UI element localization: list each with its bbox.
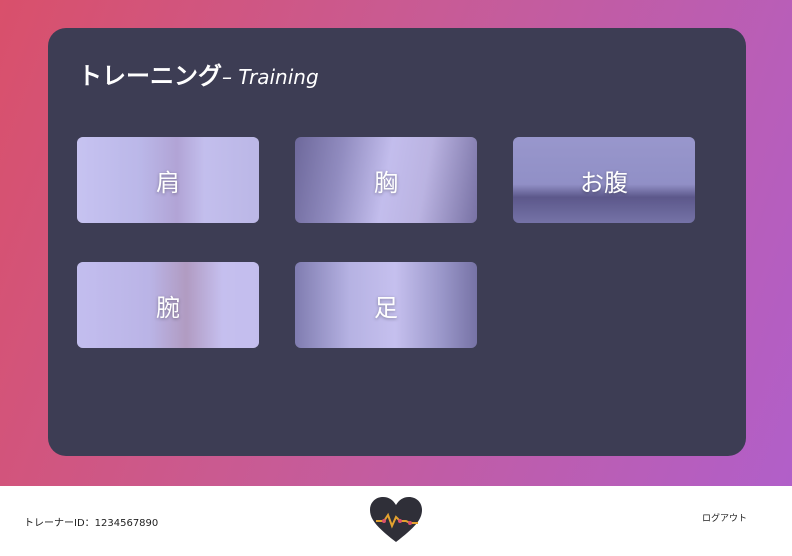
gradient-background: トレーニング– Training 肩 胸 お腹 腕 足 xyxy=(0,0,792,486)
category-card-shoulder[interactable]: 肩 xyxy=(77,137,259,223)
category-label: 肩 xyxy=(156,168,180,197)
category-label: 腕 xyxy=(156,293,180,322)
page-title: トレーニング– Training xyxy=(78,56,319,91)
trainer-id: トレーナーID：1234567890 xyxy=(24,518,159,529)
page-title-main: トレーニング xyxy=(78,62,222,90)
category-card-leg[interactable]: 足 xyxy=(295,262,477,348)
footer: トレーナーID：1234567890 ログアウト xyxy=(0,486,792,556)
category-card-abs[interactable]: お腹 xyxy=(513,137,695,223)
category-card-arm[interactable]: 腕 xyxy=(77,262,259,348)
category-label: 胸 xyxy=(374,168,398,197)
page-title-subtitle: – Training xyxy=(222,65,319,89)
logout-link[interactable]: ログアウト xyxy=(702,511,747,524)
training-panel: トレーニング– Training 肩 胸 お腹 腕 足 xyxy=(48,28,746,456)
category-label: 足 xyxy=(374,293,398,322)
heart-pulse-logo[interactable] xyxy=(368,496,424,546)
category-card-chest[interactable]: 胸 xyxy=(295,137,477,223)
category-label: お腹 xyxy=(580,168,628,197)
